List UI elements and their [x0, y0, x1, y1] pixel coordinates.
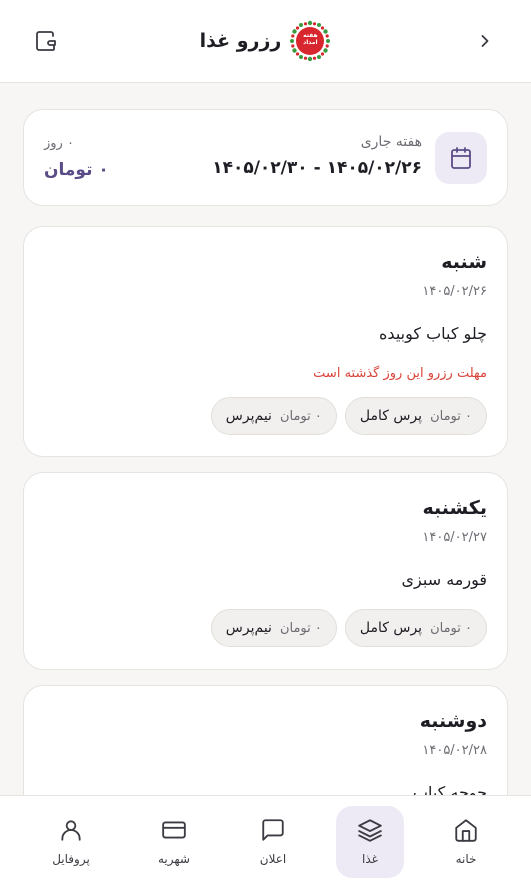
chat-icon: [259, 816, 287, 844]
tab-home[interactable]: خانه: [432, 806, 500, 878]
day-name: شنبه: [441, 251, 487, 273]
option-full-portion[interactable]: پرس کامل ۰ تومان: [344, 609, 487, 647]
day-card-saturday: شنبه ۱۴۰۵/۰۲/۲۶ چلو کباب کوبیده مهلت رزر…: [23, 226, 508, 457]
user-icon: [57, 816, 85, 844]
week-days-count: ۰ روز: [44, 136, 74, 151]
week-summary-card: هفته جاری ۱۴۰۵/۰۲/۲۶ - ۱۴۰۵/۰۲/۳۰ ۰ روز …: [23, 109, 508, 206]
option-name: پرس کامل: [359, 620, 423, 636]
day-date: ۱۴۰۵/۰۲/۲۷: [422, 530, 487, 545]
tab-label: شهریه: [158, 852, 190, 866]
option-name: نیم‌پرس: [225, 620, 272, 636]
day-meal: چلو کباب کوبیده: [379, 324, 487, 343]
week-total-price: ۰ تومان: [44, 160, 109, 180]
day-meal: قورمه سبزی: [401, 570, 487, 589]
tab-label: غذا: [362, 852, 378, 866]
option-price: ۰ تومان: [430, 408, 472, 424]
day-date: ۱۴۰۵/۰۲/۲۶: [422, 284, 487, 299]
tab-label: پروفایل: [52, 852, 90, 866]
option-price: ۰ تومان: [430, 620, 472, 636]
app-header: هفته امداد رزرو غذا: [0, 0, 531, 83]
portion-options: پرس کامل ۰ تومان نیم‌پرس ۰ تومان: [210, 609, 487, 647]
tab-label: خانه: [455, 852, 477, 866]
deadline-warning: مهلت رزرو این روز گذشته است: [313, 366, 487, 381]
bottom-tab-bar: خانه غذا اعلان شهریه پروفایل: [0, 795, 531, 885]
page-title: رزرو غذا: [199, 30, 282, 52]
brand: هفته امداد رزرو غذا: [0, 20, 531, 62]
week-label: هفته جاری: [360, 134, 422, 150]
option-full-portion[interactable]: پرس کامل ۰ تومان: [344, 397, 487, 435]
day-date: ۱۴۰۵/۰۲/۲۸: [422, 743, 487, 758]
day-meal: جوجه کباب: [412, 783, 487, 795]
logo-text: هفته امداد: [303, 32, 318, 46]
calendar-badge: [435, 132, 487, 184]
portion-options: پرس کامل ۰ تومان نیم‌پرس ۰ تومان: [210, 397, 487, 435]
day-card-monday: دوشنبه ۱۴۰۵/۰۲/۲۸ جوجه کباب: [23, 685, 508, 795]
tab-tuition[interactable]: شهریه: [140, 806, 208, 878]
week-range: ۱۴۰۵/۰۲/۲۶ - ۱۴۰۵/۰۲/۳۰: [212, 158, 422, 178]
wallet-icon: [36, 31, 56, 51]
main-content[interactable]: هفته جاری ۱۴۰۵/۰۲/۲۶ - ۱۴۰۵/۰۲/۳۰ ۰ روز …: [0, 83, 531, 795]
logo: هفته امداد: [289, 20, 331, 62]
layers-icon: [356, 816, 384, 844]
option-price: ۰ تومان: [279, 620, 322, 636]
calendar-icon: [451, 147, 471, 169]
tab-food[interactable]: غذا: [336, 806, 404, 878]
tab-label: اعلان: [259, 852, 287, 866]
option-name: پرس کامل: [359, 408, 423, 424]
day-card-sunday: یکشنبه ۱۴۰۵/۰۲/۲۷ قورمه سبزی پرس کامل ۰ …: [23, 472, 508, 670]
option-price: ۰ تومان: [279, 408, 322, 424]
day-name: یکشنبه: [422, 497, 487, 519]
option-half-portion[interactable]: نیم‌پرس ۰ تومان: [210, 609, 337, 647]
home-icon: [452, 816, 480, 844]
card-icon: [160, 816, 188, 844]
tab-profile[interactable]: پروفایل: [37, 806, 105, 878]
option-name: نیم‌پرس: [225, 408, 272, 424]
option-half-portion[interactable]: نیم‌پرس ۰ تومان: [210, 397, 337, 435]
wallet-button[interactable]: [32, 28, 60, 54]
tab-notifications[interactable]: اعلان: [239, 806, 307, 878]
day-name: دوشنبه: [419, 710, 487, 732]
